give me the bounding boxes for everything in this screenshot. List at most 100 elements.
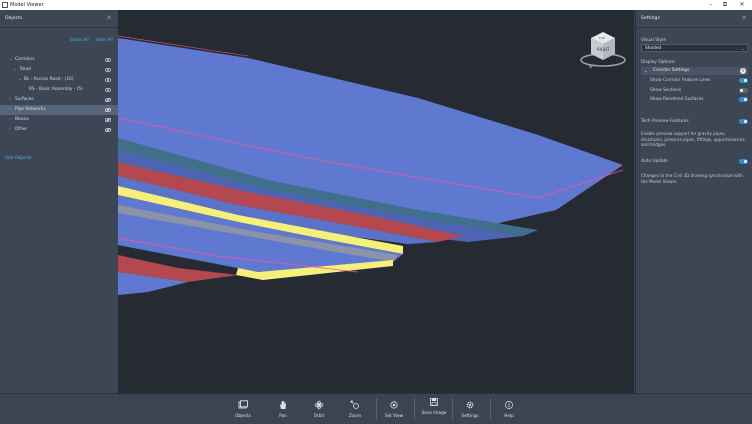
help-icon bbox=[505, 401, 513, 409]
objects-tree: ⌄ Corridors ⌄ Road ⌄ BL - Access Road - (10) R… bbox=[0, 55, 118, 135]
set-view-button-label: Set View bbox=[384, 413, 404, 418]
chevron-right-icon[interactable]: › bbox=[9, 95, 11, 105]
tree-row-bl-access-road-10[interactable]: ⌄ BL - Access Road - (10) bbox=[0, 75, 118, 85]
objects-button-label: Objects bbox=[235, 413, 251, 418]
app-icon bbox=[2, 2, 8, 8]
visual-style-value: Shaded bbox=[645, 46, 662, 51]
objects-panel-title: Objects bbox=[5, 16, 23, 21]
settings-button[interactable]: Settings bbox=[453, 394, 487, 424]
chevron-down-icon: ⌄ bbox=[644, 68, 648, 73]
zoom-button-label: Zoom bbox=[348, 413, 362, 418]
settings-button-label: Settings bbox=[461, 413, 479, 418]
eye-hidden-icon[interactable] bbox=[105, 128, 111, 132]
tech-preview-label: Tech Preview Features bbox=[641, 119, 689, 124]
help-button[interactable]: Help bbox=[492, 394, 526, 424]
tree-item-label: Other bbox=[15, 127, 28, 132]
toggle-auto-update[interactable] bbox=[739, 159, 748, 164]
bottom-toolbar: Objects Pan Orbit Zoom Set View Save Ima… bbox=[0, 393, 752, 424]
set-view-button[interactable]: Set View bbox=[377, 394, 411, 424]
visual-style-select[interactable]: Shaded ⌄ bbox=[641, 44, 748, 52]
toggle-tech-preview[interactable] bbox=[739, 119, 748, 124]
tree-row-pipe-networks[interactable]: › Pipe Networks bbox=[0, 105, 118, 115]
save-image-button[interactable]: Save Image bbox=[417, 394, 451, 424]
minimize-button[interactable]: – bbox=[704, 0, 718, 10]
objects-panel-close-icon[interactable]: ✕ bbox=[106, 14, 112, 22]
viewcube-right-label: RIGHT bbox=[597, 47, 610, 52]
tree-row-road[interactable]: ⌄ Road bbox=[0, 65, 118, 75]
toggle-feature-lines[interactable] bbox=[739, 78, 748, 83]
tree-item-label: BL - Access Road - (10) bbox=[24, 77, 74, 82]
eye-hidden-icon[interactable] bbox=[105, 98, 111, 102]
objects-button[interactable]: Objects bbox=[226, 394, 260, 424]
chevron-right-icon[interactable]: › bbox=[9, 115, 11, 125]
chevron-down-icon: ⌄ bbox=[741, 46, 745, 51]
panel-divider bbox=[0, 27, 118, 28]
auto-update-description: Changes to the Civil 3D drawing synchron… bbox=[641, 173, 743, 184]
option-label-sections: Show Sections bbox=[650, 88, 682, 93]
pan-button-label: Pan bbox=[279, 413, 287, 418]
restore-button[interactable]: ⧉ bbox=[718, 0, 732, 10]
chevron-right-icon[interactable]: › bbox=[9, 105, 11, 115]
add-objects-link[interactable]: Add Objects bbox=[5, 156, 31, 161]
hide-all-link[interactable]: Hide All bbox=[96, 38, 113, 43]
window-title: Model Viewer bbox=[10, 2, 44, 8]
tree-item-label: Road bbox=[20, 67, 31, 72]
eye-hidden-icon[interactable] bbox=[105, 108, 111, 112]
title-bar: Model Viewer – ⧉ ✕ bbox=[0, 0, 752, 10]
info-icon[interactable]: i bbox=[740, 68, 746, 74]
save-image-button-label: Save Image bbox=[421, 410, 447, 415]
viewcube-top-label: TOP bbox=[598, 36, 605, 40]
close-window-button[interactable]: ✕ bbox=[735, 0, 749, 10]
settings-panel-close-icon[interactable]: ✕ bbox=[741, 14, 747, 22]
objects-panel: Objects ✕ Show All Hide All ⌄ Corridors ⌄ R… bbox=[0, 10, 119, 393]
chevron-right-icon[interactable]: › bbox=[9, 125, 11, 135]
pan-button[interactable]: Pan bbox=[266, 394, 300, 424]
compass-label: W bbox=[589, 65, 593, 69]
objects-icon bbox=[238, 400, 248, 409]
auto-update-label: Auto Update bbox=[641, 159, 668, 164]
help-button-label: Help bbox=[504, 413, 514, 418]
toggle-rendered-surfaces[interactable] bbox=[739, 97, 748, 102]
chevron-down-icon[interactable]: ⌄ bbox=[13, 65, 17, 75]
eye-icon[interactable] bbox=[105, 78, 111, 82]
corridor-3d-model[interactable] bbox=[118, 10, 634, 393]
tech-preview-description: Enable preview support for gravity pipes… bbox=[641, 131, 746, 148]
zoom-icon bbox=[350, 400, 359, 409]
eye-icon[interactable] bbox=[105, 88, 111, 92]
show-all-link[interactable]: Show All bbox=[70, 38, 89, 43]
chevron-down-icon[interactable]: ⌄ bbox=[9, 55, 13, 65]
pan-hand-icon bbox=[280, 401, 286, 409]
corridor-settings-label: Corridor Settings bbox=[653, 68, 690, 73]
option-label-feature-lines: Show Corridor Feature Lines bbox=[650, 78, 711, 83]
tree-row-rs-basic-assembly-5[interactable]: RS - Basic Assembly - (5) bbox=[0, 85, 118, 95]
toolbar-separator bbox=[414, 398, 415, 420]
orbit-button-label: Orbit bbox=[313, 413, 325, 418]
tree-item-label: Surfaces bbox=[15, 97, 34, 102]
orbit-button[interactable]: Orbit bbox=[302, 394, 336, 424]
eye-hidden-icon[interactable] bbox=[105, 118, 111, 122]
toggle-sections[interactable] bbox=[739, 88, 748, 93]
view-cube[interactable]: RIGHT TOP W bbox=[578, 28, 628, 70]
toolbar-separator bbox=[490, 398, 491, 420]
model-viewport[interactable]: RIGHT TOP W bbox=[118, 10, 634, 393]
zoom-button[interactable]: Zoom bbox=[338, 394, 372, 424]
corridor-settings-row[interactable]: ⌄ Corridor Settings i bbox=[641, 67, 748, 75]
tree-row-other[interactable]: › Other bbox=[0, 125, 118, 135]
chevron-down-icon[interactable]: ⌄ bbox=[18, 75, 22, 85]
eye-icon[interactable] bbox=[105, 68, 111, 72]
settings-panel: Settings ✕ Visual Style Shaded ⌄ Display… bbox=[635, 10, 752, 393]
tree-item-label: Blocks bbox=[15, 117, 29, 122]
tree-row-corridors[interactable]: ⌄ Corridors bbox=[0, 55, 118, 65]
tree-item-label: Corridors bbox=[15, 57, 35, 62]
set-view-icon bbox=[390, 401, 398, 409]
option-label-rendered-surfaces: Show Rendered Surfaces bbox=[650, 97, 704, 102]
panel-divider bbox=[636, 27, 752, 28]
tree-item-label: Pipe Networks bbox=[15, 107, 46, 112]
eye-icon[interactable] bbox=[105, 58, 111, 62]
save-image-icon bbox=[430, 398, 438, 406]
tree-item-label: RS - Basic Assembly - (5) bbox=[29, 87, 83, 92]
orbit-icon bbox=[314, 400, 324, 410]
tree-row-surfaces[interactable]: › Surfaces bbox=[0, 95, 118, 105]
gear-icon bbox=[466, 401, 474, 409]
tree-row-blocks[interactable]: › Blocks bbox=[0, 115, 118, 125]
